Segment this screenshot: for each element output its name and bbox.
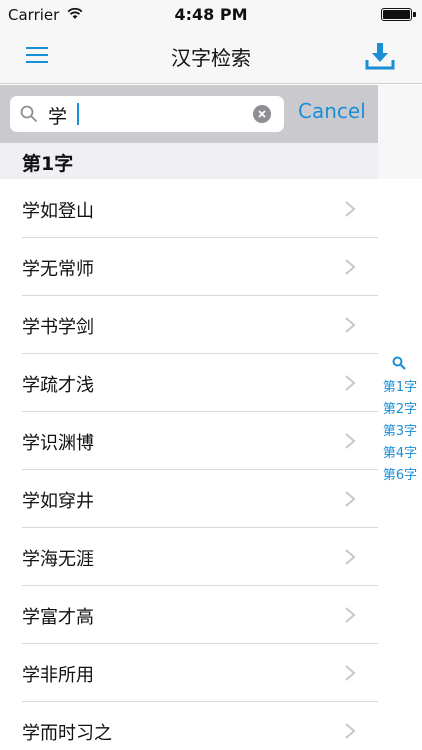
section-title: 第1字	[22, 153, 74, 175]
search-input[interactable]: 学	[10, 96, 284, 132]
chevron-right-icon	[345, 201, 356, 217]
search-query[interactable]: 学	[48, 102, 67, 129]
battery-tip	[413, 12, 416, 17]
list-item[interactable]: 学而时习之	[0, 702, 378, 750]
status-bar: Carrier 4:48 PM	[0, 0, 422, 28]
cancel-button[interactable]: Cancel	[298, 99, 366, 123]
chevron-right-icon	[345, 723, 356, 739]
index-item[interactable]: 第1字	[378, 376, 422, 395]
list-item-label: 学而时习之	[22, 723, 112, 744]
list-item-label: 学富才高	[22, 607, 94, 628]
index-item[interactable]: 第6字	[378, 464, 422, 483]
index-item[interactable]: 第3字	[378, 420, 422, 439]
list-item-label: 学非所用	[22, 665, 94, 686]
chevron-right-icon	[345, 433, 356, 449]
index-search-icon[interactable]	[392, 356, 406, 370]
chevron-right-icon	[345, 491, 356, 507]
list-item[interactable]: 学无常师	[0, 238, 378, 296]
list-item[interactable]: 学如穿井	[0, 470, 378, 528]
list-item-label: 学无常师	[22, 259, 94, 280]
search-bar-background	[378, 85, 422, 143]
chevron-right-icon	[345, 259, 356, 275]
search-icon	[20, 105, 38, 123]
list-item[interactable]: 学识渊博	[0, 412, 378, 470]
list-item-label: 学如穿井	[22, 491, 94, 512]
clear-icon[interactable]	[253, 105, 271, 123]
index-item[interactable]: 第4字	[378, 442, 422, 461]
section-header-background	[378, 143, 422, 179]
list-item[interactable]: 学富才高	[0, 586, 378, 644]
list-item-label: 学书学剑	[22, 317, 94, 338]
list-item[interactable]: 学如登山	[0, 180, 378, 238]
chevron-right-icon	[345, 665, 356, 681]
list-item-label: 学如登山	[22, 201, 94, 222]
chevron-right-icon	[345, 607, 356, 623]
chevron-right-icon	[345, 549, 356, 565]
section-header: 第1字	[0, 143, 378, 179]
chevron-right-icon	[345, 375, 356, 391]
list-item[interactable]: 学疏才浅	[0, 354, 378, 412]
list-item-label: 学识渊博	[22, 433, 94, 454]
result-list: 学如登山 学无常师 学书学剑 学疏才浅 学识渊博 学如穿井 学海无涯 学富才高 …	[0, 180, 378, 750]
list-item[interactable]: 学书学剑	[0, 296, 378, 354]
list-item[interactable]: 学非所用	[0, 644, 378, 702]
page-title: 汉字检索	[171, 46, 251, 70]
search-bar: 学 Cancel	[0, 85, 378, 143]
battery-icon	[381, 8, 412, 21]
download-icon[interactable]	[364, 40, 396, 72]
status-time: 4:48 PM	[174, 5, 248, 24]
list-item-label: 学疏才浅	[22, 375, 94, 396]
text-cursor	[77, 103, 79, 125]
list-item[interactable]: 学海无涯	[0, 528, 378, 586]
chevron-right-icon	[345, 317, 356, 333]
navigation-bar: 汉字检索	[0, 28, 422, 84]
index-item[interactable]: 第2字	[378, 398, 422, 417]
list-item-label: 学海无涯	[22, 549, 94, 570]
